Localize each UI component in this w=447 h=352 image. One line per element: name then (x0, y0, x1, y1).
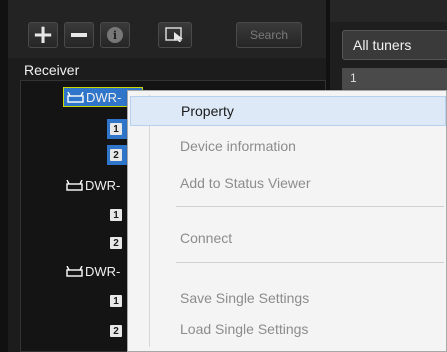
tuner-number-badge: 1 (110, 123, 122, 135)
tree-receiver-label: DWR- (86, 89, 122, 105)
minus-icon (71, 33, 87, 37)
menu-item-load-single-settings[interactable]: Load Single Settings (130, 314, 446, 344)
menu-item-add-to-status-viewer[interactable]: Add to Status Viewer (130, 168, 446, 198)
tuner-list-row[interactable]: 1 (342, 68, 447, 90)
panel-title: Receiver (24, 62, 80, 78)
menu-separator (176, 262, 444, 263)
tuner-number-badge: 2 (110, 149, 122, 161)
info-button[interactable]: i (100, 22, 130, 48)
plus-icon: + (32, 20, 54, 50)
tuner-number-badge: 2 (110, 325, 122, 337)
tuner-panel-header (330, 0, 447, 22)
tab-all-tuners[interactable]: All tuners (342, 30, 447, 60)
menu-item-device-information[interactable]: Device information (130, 131, 446, 161)
info-icon: i (107, 27, 123, 43)
receiver-icon (66, 265, 83, 277)
receiver-toolbar: + i Search (8, 0, 326, 58)
menu-item-connect[interactable]: Connect (130, 223, 446, 253)
remove-button[interactable] (64, 22, 94, 48)
select-area-button[interactable] (158, 22, 192, 48)
tree-receiver-label: DWR- (85, 263, 121, 279)
context-menu: Property Device information Add to Statu… (127, 90, 447, 352)
search-button[interactable]: Search (236, 22, 302, 48)
tree-receiver-label: DWR- (85, 177, 121, 193)
tuner-number-badge: 2 (110, 237, 122, 249)
tuner-number-badge: 1 (110, 209, 122, 221)
menu-separator (176, 206, 444, 207)
receiver-icon (67, 91, 84, 103)
select-area-icon (165, 27, 183, 42)
menu-item-save-single-settings[interactable]: Save Single Settings (130, 283, 446, 313)
menu-item-property[interactable]: Property (130, 96, 446, 126)
receiver-icon (66, 179, 83, 191)
tuner-number-badge: 1 (110, 295, 122, 307)
add-button[interactable]: + (28, 22, 58, 48)
